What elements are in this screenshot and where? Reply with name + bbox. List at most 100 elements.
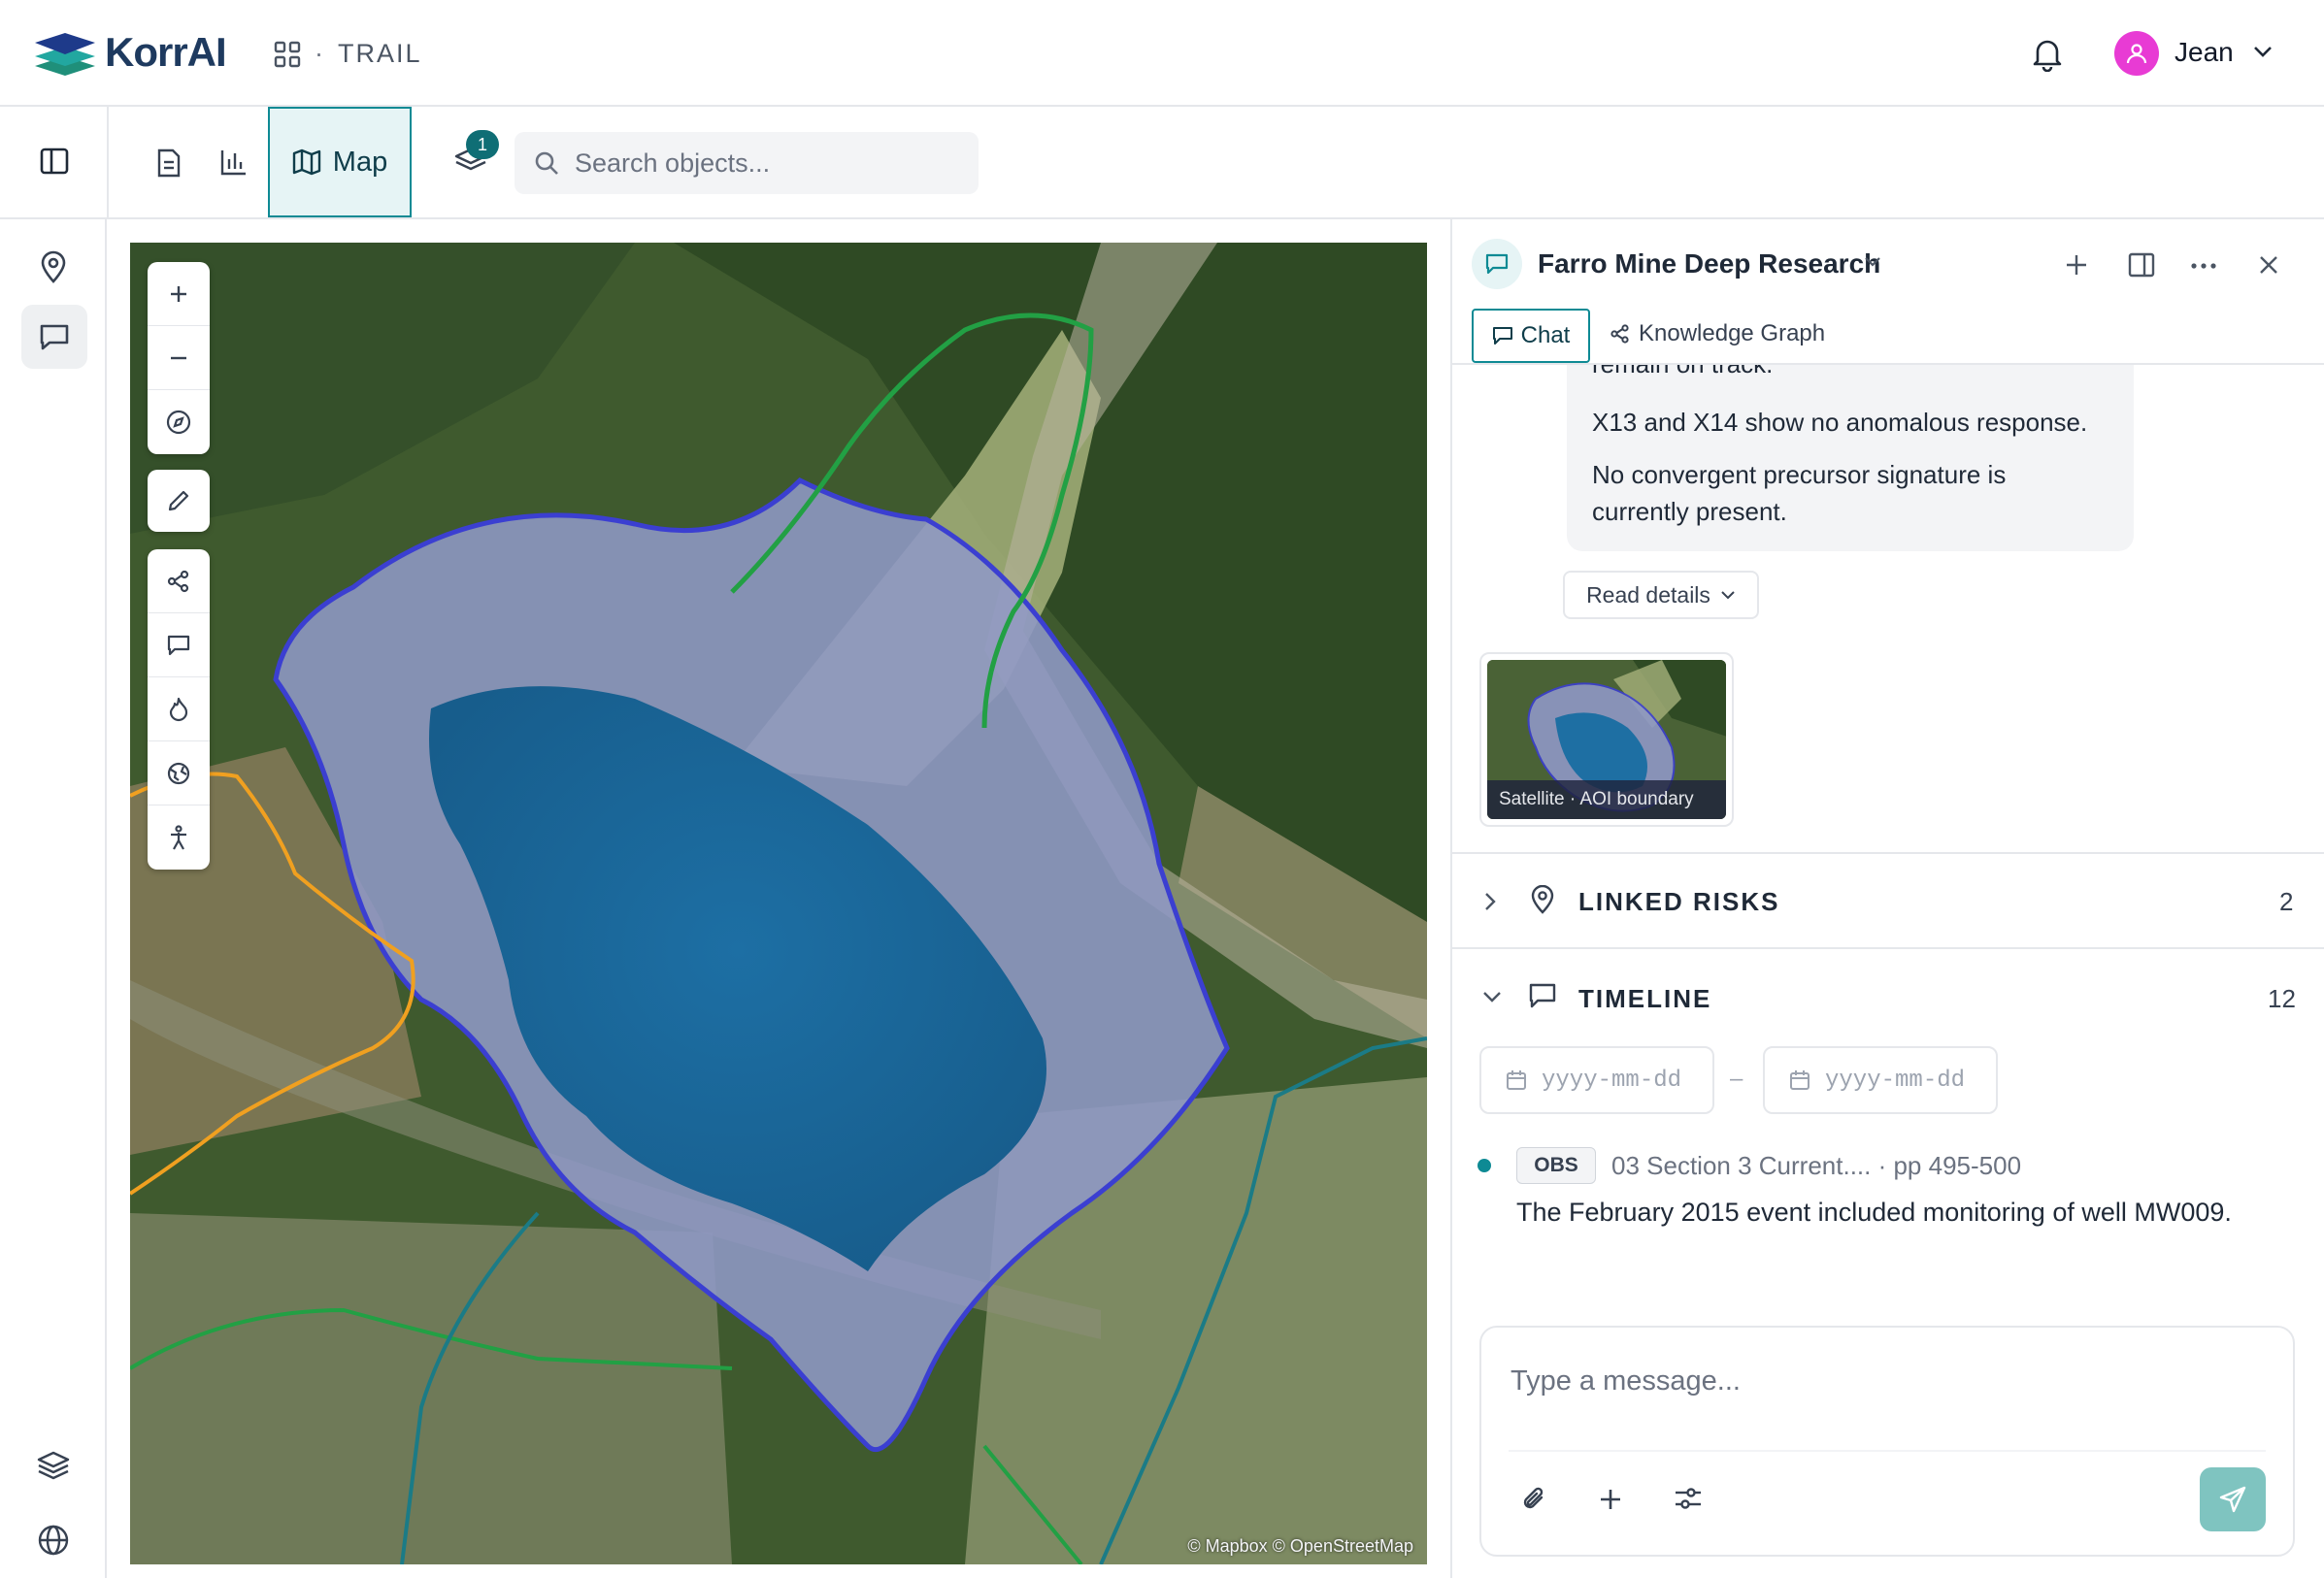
settings-sliders-icon[interactable] — [1674, 1485, 1703, 1512]
globe-icon — [167, 762, 190, 784]
close-icon[interactable] — [2258, 254, 2279, 276]
map-zoom-controls — [148, 262, 210, 454]
message-line: currently present. — [1592, 497, 1787, 526]
comment-icon — [167, 635, 190, 655]
tabs-divider-overlay — [1450, 363, 2324, 365]
calendar-icon — [1507, 1070, 1526, 1090]
satellite-image — [130, 243, 1427, 1564]
zoom-in-button[interactable] — [148, 262, 210, 326]
message-line: No convergent precursor signature is — [1592, 460, 2007, 489]
event-description: The February 2015 event included monitor… — [1516, 1198, 2232, 1227]
apps-grid-icon[interactable] — [274, 41, 301, 68]
read-details-button[interactable]: Read details — [1563, 571, 1759, 619]
linked-risks-title: LINKED RISKS — [1578, 887, 1780, 916]
date-from-placeholder: yyyy-mm-dd — [1542, 1067, 1682, 1094]
timeline-event-dot — [1477, 1159, 1491, 1172]
bell-icon[interactable] — [2031, 37, 2064, 72]
person-icon — [171, 825, 186, 850]
pencil-icon — [168, 490, 189, 511]
avatar[interactable] — [2114, 31, 2159, 76]
assistant-message: remain on track. X13 and X14 show no ano… — [1567, 365, 2134, 551]
location-pin-icon[interactable] — [39, 250, 68, 283]
minus-icon — [171, 356, 186, 359]
document-view-icon[interactable] — [155, 148, 183, 179]
layer-count-badge: 1 — [466, 130, 499, 159]
breadcrumb-separator: · — [315, 39, 323, 68]
date-to-input[interactable]: yyyy-mm-dd — [1763, 1046, 1998, 1114]
map-draw-controls — [148, 470, 210, 532]
calendar-icon — [1790, 1070, 1809, 1090]
heat-button[interactable] — [148, 677, 210, 741]
timeline-title: TIMELINE — [1578, 984, 1712, 1013]
plus-icon[interactable] — [1598, 1487, 1623, 1512]
chat-tab-icon — [1492, 327, 1512, 345]
globe-icon[interactable] — [37, 1524, 70, 1557]
add-icon[interactable] — [2064, 252, 2089, 278]
tab-map[interactable]: Map — [268, 107, 412, 217]
event-source-link[interactable]: 03 Section 3 Current.... · pp 495-500 — [1611, 1151, 2021, 1181]
draw-button[interactable] — [148, 470, 210, 532]
search-icon — [535, 151, 558, 175]
share-icon — [167, 570, 189, 592]
globe-layer-button[interactable] — [148, 741, 210, 805]
map-tool-controls — [148, 549, 210, 870]
plus-icon — [171, 285, 186, 302]
comment-icon — [1528, 982, 1557, 1009]
chart-view-icon[interactable] — [219, 148, 249, 177]
search-input[interactable] — [575, 148, 963, 179]
comment-button[interactable] — [148, 613, 210, 677]
send-button[interactable] — [2200, 1467, 2266, 1531]
user-name[interactable]: Jean — [2175, 37, 2234, 68]
more-options-icon[interactable] — [2190, 262, 2217, 270]
stack-layers-icon[interactable] — [37, 1450, 70, 1481]
chat-icon[interactable] — [39, 322, 70, 351]
read-details-label: Read details — [1586, 581, 1710, 608]
left-rail — [0, 219, 107, 1578]
date-from-input[interactable]: yyyy-mm-dd — [1479, 1046, 1714, 1114]
composer-divider — [1509, 1450, 2266, 1452]
compass-button[interactable] — [148, 390, 210, 454]
chevron-down-icon[interactable] — [1481, 990, 1503, 1003]
compass-icon — [166, 410, 191, 435]
location-pin-icon — [1530, 885, 1555, 914]
timeline-count: 12 — [2268, 984, 2296, 1013]
search-box[interactable] — [515, 132, 979, 194]
tab-knowledge-graph-label: Knowledge Graph — [1639, 320, 1826, 346]
send-icon — [2219, 1486, 2246, 1513]
brand-name[interactable]: KorrAI — [105, 29, 227, 76]
sidebar-toggle-icon[interactable] — [39, 146, 70, 177]
flame-icon — [169, 697, 188, 721]
map-icon — [292, 148, 320, 176]
message-input[interactable] — [1511, 1357, 2258, 1405]
panel-title[interactable]: Farro Mine Deep Research — [1538, 248, 1880, 279]
map-thumbnail[interactable]: Satellite · AOI boundary — [1479, 652, 1734, 827]
map-attribution[interactable]: © Mapbox © OpenStreetMap — [1187, 1536, 1413, 1557]
chat-avatar-icon — [1472, 239, 1522, 289]
thumbnail-caption: Satellite · AOI boundary — [1487, 780, 1726, 819]
message-line-partial: remain on track. — [1592, 365, 1773, 382]
zoom-out-button[interactable] — [148, 326, 210, 390]
layers-logo-icon[interactable] — [33, 31, 97, 76]
date-to-placeholder: yyyy-mm-dd — [1825, 1067, 1966, 1094]
paperclip-icon[interactable] — [1520, 1485, 1549, 1514]
event-type-badge: OBS — [1516, 1147, 1596, 1184]
map-canvas[interactable]: © Mapbox © OpenStreetMap — [130, 243, 1427, 1564]
toolbar-divider — [107, 107, 109, 219]
title-chevron-down-icon[interactable] — [1864, 256, 1881, 268]
tab-chat[interactable]: Chat — [1472, 309, 1590, 363]
split-view-icon[interactable] — [2128, 252, 2155, 278]
tab-chat-label: Chat — [1520, 322, 1571, 348]
chevron-down-icon[interactable] — [2252, 45, 2274, 58]
person-button[interactable] — [148, 805, 210, 870]
message-line: X13 and X14 show no anomalous response. — [1592, 408, 2088, 437]
date-range-separator: – — [1730, 1066, 1743, 1092]
chevron-down-icon — [1721, 591, 1735, 600]
linked-risks-count: 2 — [2279, 887, 2294, 916]
tab-map-label: Map — [332, 146, 388, 178]
chevron-right-icon[interactable] — [1483, 891, 1497, 912]
tab-knowledge-graph[interactable]: Knowledge Graph — [1610, 320, 1825, 347]
workspace-name[interactable]: TRAIL — [338, 39, 422, 69]
share-button[interactable] — [148, 549, 210, 613]
graph-icon — [1610, 324, 1629, 344]
thumbnail-image: Satellite · AOI boundary — [1487, 660, 1726, 819]
